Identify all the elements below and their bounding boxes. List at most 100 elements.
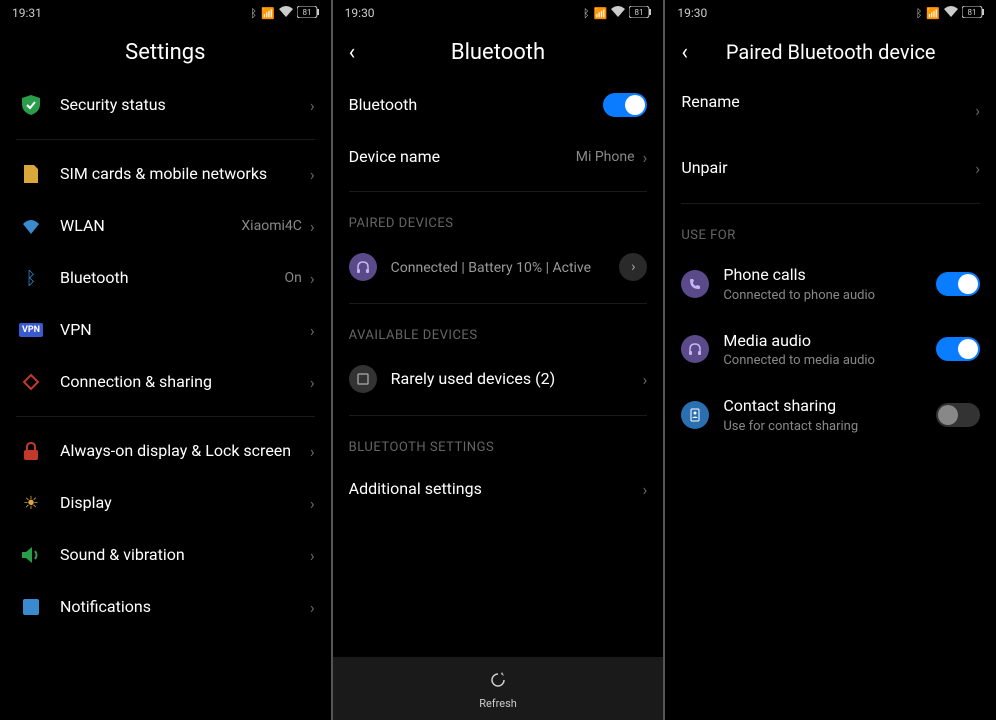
chevron-right-icon: › [975, 159, 980, 178]
row-bluetooth[interactable]: ᛒ Bluetooth On › [0, 252, 331, 304]
bluetooth-status-icon: ᛒ [583, 7, 590, 20]
divider [16, 416, 315, 417]
svg-text:81: 81 [635, 8, 644, 17]
device-name-sub [681, 115, 975, 129]
row-bluetooth-toggle[interactable]: Bluetooth [333, 79, 664, 131]
shield-icon [16, 95, 46, 115]
wifi-icon [16, 218, 46, 234]
row-label: Contact sharing [723, 396, 936, 417]
chevron-right-icon: › [310, 165, 315, 184]
section-bt-settings: BLUETOOTH SETTINGS [333, 424, 664, 463]
chevron-right-icon: › [643, 148, 648, 167]
row-label: Unpair [681, 158, 975, 179]
signal-icon: 📶 [926, 7, 940, 20]
row-wlan[interactable]: WLAN Xiaomi4C › [0, 200, 331, 252]
chevron-right-icon: › [310, 373, 315, 392]
header: Settings [0, 26, 331, 79]
section-use-for: USE FOR [665, 212, 996, 251]
row-always-on-display[interactable]: Always-on display & Lock screen › [0, 425, 331, 477]
row-label: Always-on display & Lock screen [60, 441, 310, 462]
chevron-right-icon: › [310, 269, 315, 288]
refresh-icon [489, 671, 507, 693]
row-display[interactable]: ☀ Display › [0, 477, 331, 529]
row-label: Sound & vibration [60, 545, 310, 566]
status-icons: ᛒ 📶 81 [583, 6, 651, 21]
refresh-button[interactable]: Refresh [333, 657, 664, 720]
divider [16, 139, 315, 140]
row-paired-device[interactable]: Connected | Battery 10% | Active › [333, 239, 664, 295]
row-value: Mi Phone [576, 149, 635, 165]
row-connection-sharing[interactable]: Connection & sharing › [0, 356, 331, 408]
row-label: VPN [60, 320, 310, 341]
divider [349, 191, 648, 192]
row-sub: Connected to phone audio [723, 288, 936, 303]
device-icon [349, 365, 377, 393]
status-time: 19:31 [12, 6, 42, 20]
sound-icon [16, 547, 46, 563]
sim-icon [16, 165, 46, 183]
header: ‹ Bluetooth [333, 26, 664, 79]
bluetooth-toggle[interactable] [603, 93, 647, 117]
row-security-status[interactable]: Security status › [0, 79, 331, 131]
chevron-right-icon: › [975, 101, 980, 120]
bluetooth-screen: 19:30 ᛒ 📶 81 ‹ Bluetooth Bluetooth Devic… [333, 0, 664, 720]
bluetooth-icon: ᛒ [16, 268, 46, 289]
row-vpn[interactable]: VPN VPN › [0, 304, 331, 356]
status-bar: 19:30 ᛒ 📶 81 [333, 0, 664, 26]
row-sim-cards[interactable]: SIM cards & mobile networks › [0, 148, 331, 200]
vpn-icon: VPN [16, 323, 46, 337]
row-phone-calls[interactable]: Phone calls Connected to phone audio [665, 251, 996, 317]
row-value: On [284, 270, 301, 286]
media-audio-toggle[interactable] [936, 337, 980, 361]
row-unpair[interactable]: Unpair › [665, 143, 996, 195]
divider [349, 415, 648, 416]
section-paired: PAIRED DEVICES [333, 200, 664, 239]
settings-list: Security status › SIM cards & mobile net… [0, 79, 331, 720]
row-sound-vibration[interactable]: Sound & vibration › [0, 529, 331, 581]
chevron-right-icon: › [310, 442, 315, 461]
row-contact-sharing[interactable]: Contact sharing Use for contact sharing [665, 382, 996, 448]
paired-status: Connected | Battery 10% | Active [391, 260, 620, 276]
row-label: Rarely used devices (2) [391, 369, 643, 390]
device-details-button[interactable]: › [619, 253, 647, 281]
header: ‹ Paired Bluetooth device [665, 26, 996, 78]
row-media-audio[interactable]: Media audio Connected to media audio [665, 317, 996, 383]
row-notifications[interactable]: Notifications › [0, 581, 331, 633]
contact-sharing-toggle[interactable] [936, 403, 980, 427]
svg-text:81: 81 [302, 8, 311, 17]
bluetooth-status-icon: ᛒ [916, 7, 923, 20]
row-label: Media audio [723, 331, 936, 352]
page-title: Settings [125, 40, 205, 65]
status-time: 19:30 [677, 6, 707, 20]
row-label: Display [60, 493, 310, 514]
page-title: Paired Bluetooth device [726, 40, 936, 64]
back-button[interactable]: ‹ [681, 40, 688, 65]
chevron-right-icon: › [310, 546, 315, 565]
row-label: Additional settings [349, 479, 643, 500]
divider [349, 303, 648, 304]
wifi-icon [279, 6, 293, 20]
row-additional-settings[interactable]: Additional settings › [333, 463, 664, 515]
back-button[interactable]: ‹ [349, 40, 356, 65]
status-time: 19:30 [345, 6, 375, 20]
row-label: Device name [349, 147, 576, 168]
headphones-icon [349, 253, 377, 281]
row-device-name[interactable]: Device name Mi Phone › [333, 131, 664, 183]
settings-screen: 19:31 ᛒ 📶 81 Settings Security status › [0, 0, 331, 720]
row-value: Xiaomi4C [241, 218, 301, 234]
paired-content: Rename › Unpair › USE FOR Phone calls Co… [665, 78, 996, 720]
page-title: Bluetooth [451, 40, 545, 65]
signal-icon: 📶 [594, 7, 608, 20]
refresh-label: Refresh [479, 697, 517, 710]
row-rename[interactable]: Rename › [665, 78, 996, 143]
svg-text:81: 81 [968, 8, 977, 17]
phone-calls-toggle[interactable] [936, 272, 980, 296]
status-icons: ᛒ 📶 81 [250, 6, 318, 21]
row-label: SIM cards & mobile networks [60, 164, 310, 185]
row-label: Connection & sharing [60, 372, 310, 393]
battery-icon: 81 [962, 6, 984, 21]
notifications-icon [16, 599, 46, 615]
row-sub: Use for contact sharing [723, 419, 936, 434]
row-rarely-used[interactable]: Rarely used devices (2) › [333, 351, 664, 407]
chevron-right-icon: › [310, 217, 315, 236]
